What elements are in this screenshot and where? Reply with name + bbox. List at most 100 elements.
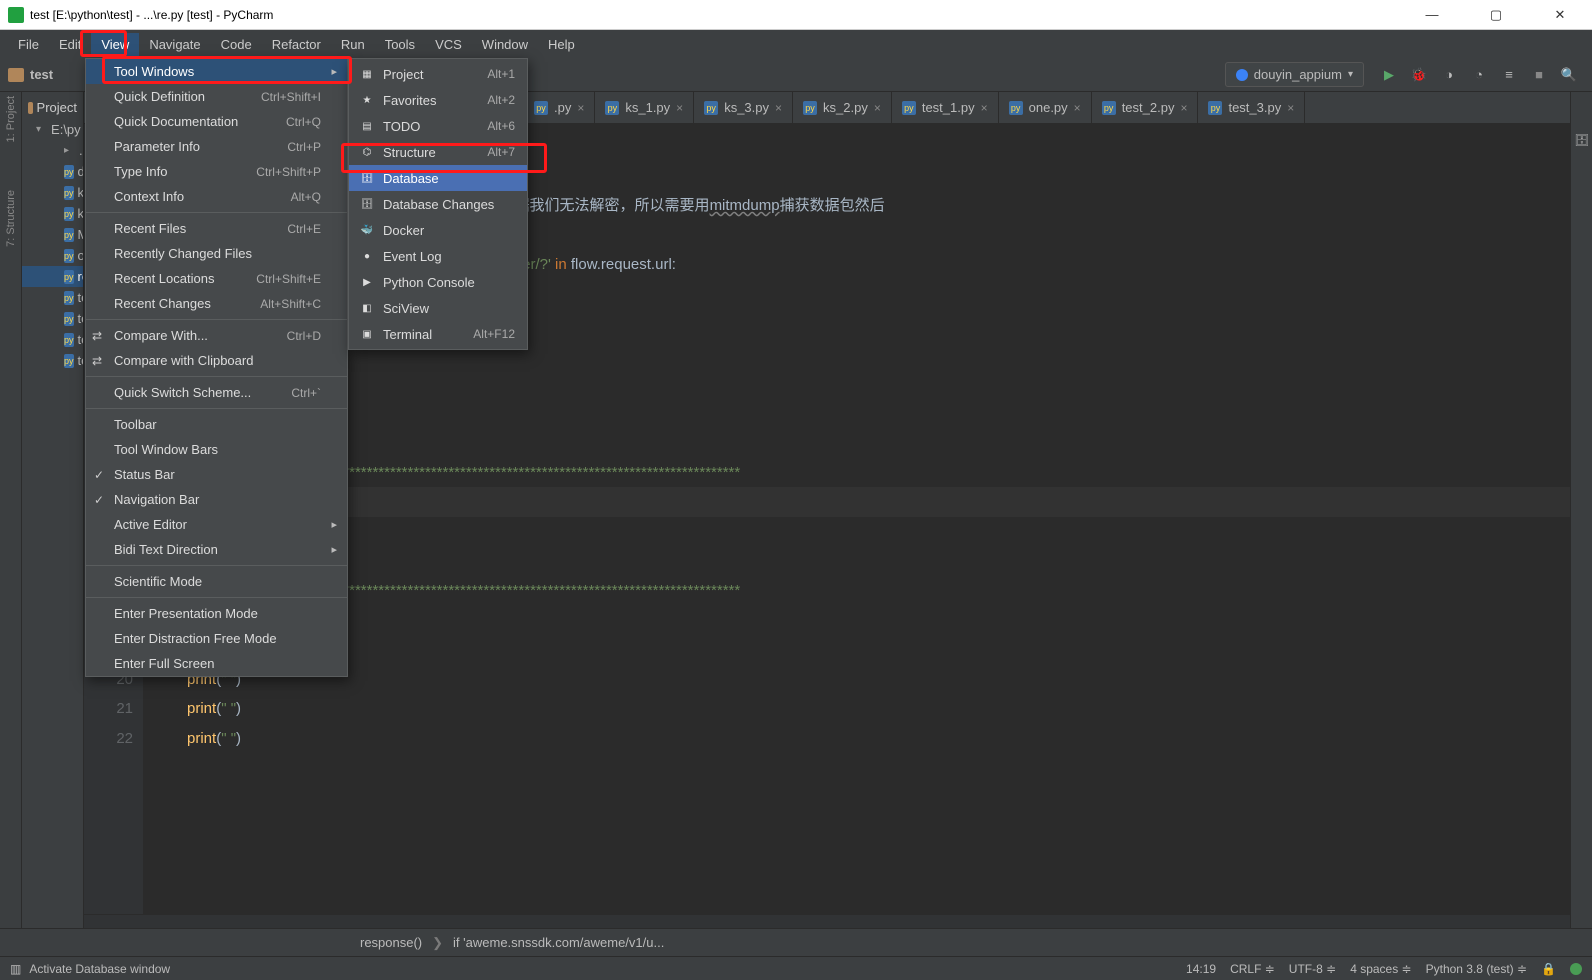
editor-tab[interactable]: pyks_2.py× bbox=[793, 92, 892, 123]
menu-help[interactable]: Help bbox=[538, 33, 585, 56]
status-cursor-pos[interactable]: 14:19 bbox=[1186, 962, 1216, 976]
close-button[interactable]: ✕ bbox=[1540, 0, 1580, 30]
tree-item[interactable]: pyks bbox=[22, 203, 83, 224]
tool-window-item[interactable]: 🗄Database bbox=[349, 165, 527, 191]
run-button[interactable]: ▶ bbox=[1377, 63, 1401, 87]
editor-tab[interactable]: py.py× bbox=[524, 92, 595, 123]
status-interpreter[interactable]: Python 3.8 (test) ≑ bbox=[1426, 962, 1527, 976]
close-icon[interactable]: × bbox=[676, 101, 683, 115]
close-icon[interactable]: × bbox=[874, 101, 881, 115]
view-menu-item[interactable]: Tool Windows bbox=[86, 59, 347, 84]
view-menu-item[interactable]: Parameter InfoCtrl+P bbox=[86, 134, 347, 159]
breadcrumb-root[interactable]: test bbox=[30, 67, 53, 82]
view-menu-item[interactable]: Context InfoAlt+Q bbox=[86, 184, 347, 209]
crumb-condition[interactable]: if 'aweme.snssdk.com/aweme/v1/u... bbox=[453, 935, 664, 950]
menu-file[interactable]: File bbox=[8, 33, 49, 56]
view-menu-item[interactable]: Quick Switch Scheme...Ctrl+` bbox=[86, 380, 347, 405]
menu-navigate[interactable]: Navigate bbox=[139, 33, 210, 56]
menu-view[interactable]: View bbox=[91, 33, 139, 56]
stripe-project[interactable]: 1: Project bbox=[5, 96, 17, 142]
view-menu-item[interactable]: Recently Changed Files bbox=[86, 241, 347, 266]
view-menu-item[interactable]: Enter Full Screen bbox=[86, 651, 347, 676]
tool-window-item[interactable]: ◧SciView bbox=[349, 295, 527, 321]
menu-vcs[interactable]: VCS bbox=[425, 33, 472, 56]
menu-edit[interactable]: Edit bbox=[49, 33, 91, 56]
close-icon[interactable]: × bbox=[1287, 101, 1294, 115]
tool-window-item[interactable]: ⌬StructureAlt+7 bbox=[349, 139, 527, 165]
close-icon[interactable]: × bbox=[981, 101, 988, 115]
tool-window-item[interactable]: ★FavoritesAlt+2 bbox=[349, 87, 527, 113]
menu-code[interactable]: Code bbox=[211, 33, 262, 56]
profile-button[interactable]: ◔ bbox=[1467, 63, 1491, 87]
tree-item[interactable]: pyks bbox=[22, 182, 83, 203]
tree-item[interactable]: pyte bbox=[22, 329, 83, 350]
menu-refactor[interactable]: Refactor bbox=[262, 33, 331, 56]
maximize-button[interactable]: ▢ bbox=[1476, 0, 1516, 30]
stripe-database-icon[interactable]: 🗄 bbox=[1574, 132, 1590, 148]
concurrency-button[interactable]: ≡ bbox=[1497, 63, 1521, 87]
view-menu-item[interactable]: Quick DefinitionCtrl+Shift+I bbox=[86, 84, 347, 109]
tool-window-item[interactable]: ▤TODOAlt+6 bbox=[349, 113, 527, 139]
view-menu-item[interactable]: Enter Distraction Free Mode bbox=[86, 626, 347, 651]
view-menu-item[interactable]: Enter Presentation Mode bbox=[86, 601, 347, 626]
view-menu-item[interactable]: Bidi Text Direction bbox=[86, 537, 347, 562]
editor-tab[interactable]: pyks_1.py× bbox=[595, 92, 694, 123]
view-menu-item[interactable]: ✓Navigation Bar bbox=[86, 487, 347, 512]
close-icon[interactable]: × bbox=[775, 101, 782, 115]
view-menu-item[interactable]: Recent ChangesAlt+Shift+C bbox=[86, 291, 347, 316]
tree-item[interactable]: pyM bbox=[22, 224, 83, 245]
view-menu-item[interactable]: Quick DocumentationCtrl+Q bbox=[86, 109, 347, 134]
tool-window-toggle-icon[interactable]: ▥ bbox=[10, 962, 21, 976]
close-icon[interactable]: × bbox=[1180, 101, 1187, 115]
menu-run[interactable]: Run bbox=[331, 33, 375, 56]
search-everywhere-icon[interactable]: 🔍 bbox=[1557, 63, 1581, 87]
run-config-selector[interactable]: douyin_appium ▾ bbox=[1225, 62, 1364, 87]
tree-item[interactable]: ▸.id bbox=[22, 140, 83, 161]
tool-window-item[interactable]: ▣TerminalAlt+F12 bbox=[349, 321, 527, 347]
tree-item[interactable]: pyte bbox=[22, 287, 83, 308]
tool-window-item[interactable]: ▶Python Console bbox=[349, 269, 527, 295]
view-menu-item[interactable]: Toolbar bbox=[86, 412, 347, 437]
crumb-function[interactable]: response() bbox=[360, 935, 422, 950]
view-menu-item[interactable]: ✓Status Bar bbox=[86, 462, 347, 487]
tool-window-item[interactable]: ▦ProjectAlt+1 bbox=[349, 61, 527, 87]
tree-item[interactable]: pyre bbox=[22, 266, 83, 287]
tool-window-item[interactable]: 🗄Database Changes bbox=[349, 191, 527, 217]
editor-tab[interactable]: pytest_3.py× bbox=[1198, 92, 1305, 123]
editor-tab[interactable]: pytest_2.py× bbox=[1092, 92, 1199, 123]
view-menu-item[interactable]: Recent LocationsCtrl+Shift+E bbox=[86, 266, 347, 291]
menu-window[interactable]: Window bbox=[472, 33, 538, 56]
tree-item[interactable]: pyor bbox=[22, 245, 83, 266]
view-menu-item[interactable]: Recent FilesCtrl+E bbox=[86, 216, 347, 241]
tree-item[interactable]: pydo bbox=[22, 161, 83, 182]
status-indicator-icon[interactable] bbox=[1570, 963, 1582, 975]
menu-tools[interactable]: Tools bbox=[375, 33, 425, 56]
tool-window-item[interactable]: ●Event Log bbox=[349, 243, 527, 269]
status-line-separator[interactable]: CRLF ≑ bbox=[1230, 962, 1275, 976]
debug-button[interactable]: 🐞 bbox=[1407, 63, 1431, 87]
view-menu-item[interactable]: Type InfoCtrl+Shift+P bbox=[86, 159, 347, 184]
tree-root[interactable]: ▾E:\py bbox=[22, 119, 83, 140]
view-menu-item[interactable]: ⇄Compare With...Ctrl+D bbox=[86, 323, 347, 348]
editor-horizontal-scrollbar[interactable] bbox=[84, 914, 1570, 928]
tool-window-item[interactable]: 🐳Docker bbox=[349, 217, 527, 243]
tree-item[interactable]: pyte bbox=[22, 350, 83, 371]
close-icon[interactable]: × bbox=[577, 101, 584, 115]
coverage-button[interactable]: ◑ bbox=[1437, 63, 1461, 87]
editor-tab[interactable]: pyone.py× bbox=[999, 92, 1092, 123]
lock-icon[interactable]: 🔒 bbox=[1541, 962, 1556, 976]
editor-tab[interactable]: pyks_3.py× bbox=[694, 92, 793, 123]
stop-button[interactable]: ■ bbox=[1527, 63, 1551, 87]
close-icon[interactable]: × bbox=[1074, 101, 1081, 115]
status-encoding[interactable]: UTF-8 ≑ bbox=[1289, 962, 1336, 976]
view-menu-item[interactable]: Tool Window Bars bbox=[86, 437, 347, 462]
minimize-button[interactable]: — bbox=[1412, 0, 1452, 30]
editor-tab[interactable]: pytest_1.py× bbox=[892, 92, 999, 123]
view-menu-item[interactable]: ⇄Compare with Clipboard bbox=[86, 348, 347, 373]
view-menu-item[interactable]: Scientific Mode bbox=[86, 569, 347, 594]
tree-item[interactable]: pyte bbox=[22, 308, 83, 329]
stripe-structure[interactable]: 7: Structure bbox=[5, 190, 17, 247]
view-menu-item[interactable]: Active Editor bbox=[86, 512, 347, 537]
project-header[interactable]: Project bbox=[22, 96, 83, 119]
status-indent[interactable]: 4 spaces ≑ bbox=[1350, 962, 1411, 976]
